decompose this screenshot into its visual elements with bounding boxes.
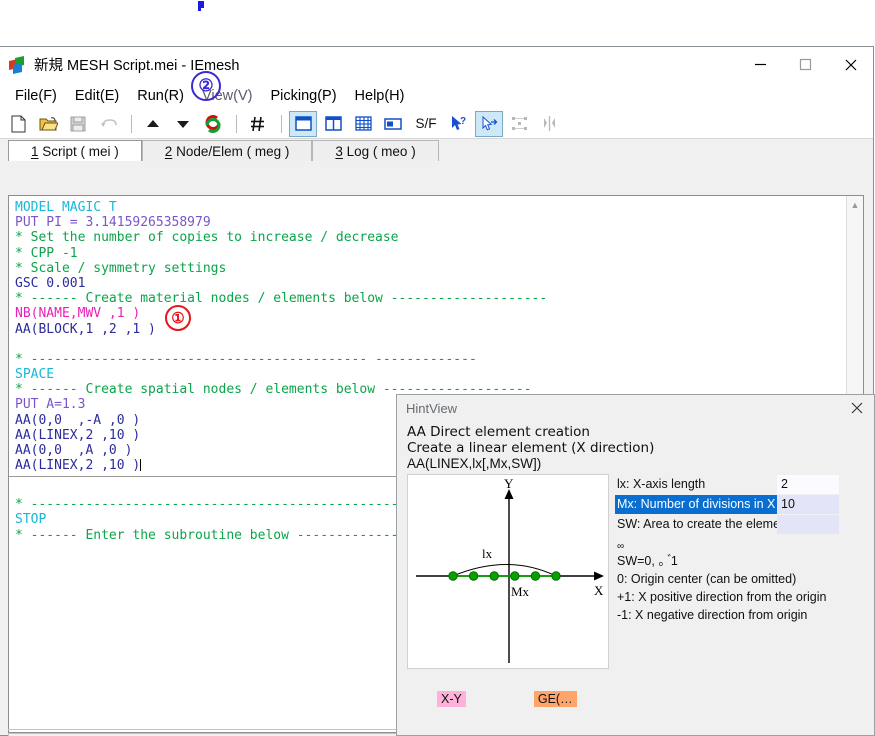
undo-icon[interactable] <box>94 111 122 137</box>
chip-ge[interactable]: GE(… <box>533 691 577 707</box>
code-line: PUT PI = 3.14159265358979 <box>15 215 211 231</box>
toolbar: S/F ? <box>0 109 873 139</box>
hintview-chips: X-Y GE(… <box>437 691 645 707</box>
close-icon[interactable] <box>828 47 873 82</box>
hintview-note-0: SW=0, 。゙1 <box>617 554 678 568</box>
param-label-mx: Mx: Number of divisions in X <box>615 495 777 514</box>
toolbar-separator-2 <box>236 114 237 133</box>
code-line: GSC 0.001 <box>15 275 86 291</box>
code-line: * Scale / symmetry settings <box>15 260 227 276</box>
tab-node-elem-label: Node/Elem ( meg ) <box>176 144 290 159</box>
param-row-sw[interactable]: SW: Area to create the element <box>615 515 865 534</box>
code-line: AA(BLOCK,1 ,2 ,1 ) <box>15 321 156 337</box>
hintview-body: AA Direct element creation Create a line… <box>397 421 874 472</box>
hintview-note-small: ∞ <box>617 541 625 552</box>
param-value-mx[interactable]: 10 <box>777 495 839 514</box>
hintview-note-2: +1: X positive direction from the origin <box>617 590 827 604</box>
run-icon[interactable] <box>199 111 227 137</box>
code-line: * CPP -1 <box>15 245 78 261</box>
hintview-title: HintView <box>406 400 458 416</box>
tab-log-label: Log ( meo ) <box>346 144 416 159</box>
hintview-notes: ∞ SW=0, 。゙1 0: Origin center (can be omi… <box>617 542 867 624</box>
tab-script[interactable]: 1 Script ( mei ) <box>8 140 142 161</box>
code-line: * --------------------------------------… <box>15 351 477 367</box>
code-line: NB(NAME,MWV ,1 ) <box>15 306 141 322</box>
hintview-title-bar: HintView <box>397 395 874 421</box>
move-up-icon[interactable] <box>139 111 167 137</box>
menu-picking[interactable]: Picking(P) <box>261 86 345 106</box>
grid-view-icon[interactable] <box>349 111 377 137</box>
maximize-icon[interactable] <box>783 47 828 82</box>
annotation-marker-two: ② <box>191 71 221 101</box>
menu-bar: File(F) Edit(E) Run(R) View(V) Picking(P… <box>0 82 873 109</box>
hintview-desc-line-1: AA Direct element creation <box>407 424 590 440</box>
save-file-icon[interactable] <box>64 111 92 137</box>
menu-run[interactable]: Run(R) <box>128 86 193 106</box>
toolbar-separator-1 <box>131 114 132 133</box>
minimize-icon[interactable] <box>738 47 783 82</box>
open-file-icon[interactable] <box>34 111 62 137</box>
hintview-desc-line-2: Create a linear element (X direction) <box>407 440 655 456</box>
stray-blue-mark <box>198 1 204 11</box>
param-value-sw[interactable] <box>777 515 839 534</box>
move-down-icon[interactable] <box>169 111 197 137</box>
hintview-window: HintView AA Direct element creation Crea… <box>396 394 875 736</box>
new-file-icon[interactable] <box>4 111 32 137</box>
hintview-close-icon[interactable] <box>840 395 874 421</box>
svg-text:?: ? <box>460 116 466 127</box>
tab-log-accel: 3 <box>335 144 343 159</box>
hintview-note-3: -1: X negative direction from origin <box>617 608 808 622</box>
tab-node-elem-accel: 2 <box>164 144 173 159</box>
svg-text:Mx: Mx <box>511 584 530 599</box>
scroll-up-icon[interactable]: ▲ <box>847 196 863 213</box>
hintview-parameter-list: lx: X-axis length 2 Mx: Number of divisi… <box>615 475 865 535</box>
code-line: SPACE <box>15 367 55 383</box>
tab-script-accel: 1 <box>31 144 39 159</box>
annotation-marker-one: ① <box>165 305 191 331</box>
linex-diagram-svg: Y X lx Mx <box>416 476 604 663</box>
code-line: * ------ Create material nodes / element… <box>15 291 548 307</box>
hintview-signature: AA(LINEX,lx[,Mx,SW]) <box>407 456 542 471</box>
window-controls <box>738 47 873 82</box>
param-label-lx: lx: X-axis length <box>617 477 706 491</box>
svg-text:lx: lx <box>482 546 493 561</box>
tab-node-elem[interactable]: 2 Node/Elem ( meg ) <box>141 140 313 161</box>
text-caret <box>140 459 142 472</box>
split-view-icon[interactable] <box>319 111 347 137</box>
chip-xy[interactable]: X-Y <box>437 691 466 707</box>
tab-log[interactable]: 3 Log ( meo ) <box>312 140 439 161</box>
tab-strip: 1 Script ( mei ) 2 Node/Elem ( meg ) 3 L… <box>0 139 873 161</box>
menu-file[interactable]: File(F) <box>6 86 66 106</box>
select-box-icon[interactable] <box>505 111 533 137</box>
param-label-sw: SW: Area to create the element <box>617 517 777 531</box>
hintview-note-1: 0: Origin center (can be omitted) <box>617 572 797 586</box>
number-icon[interactable] <box>244 111 272 137</box>
menu-help[interactable]: Help(H) <box>346 86 414 106</box>
svg-text:X: X <box>594 583 604 598</box>
code-line: MODEL MAGIC T <box>15 200 117 215</box>
surface-fill-label[interactable]: S/F <box>409 111 443 137</box>
screenshot-root: 新規 MESH Script.mei - IEmesh File(F) Edit… <box>0 0 875 736</box>
hintview-diagram: Y X lx Mx <box>407 474 609 669</box>
mirror-icon[interactable] <box>535 111 563 137</box>
toolbar-separator-3 <box>281 114 282 133</box>
mesh-cube-icon <box>9 56 26 74</box>
wide-view-icon[interactable] <box>379 111 407 137</box>
help-pointer-icon[interactable]: ? <box>445 111 473 137</box>
pick-pointer-icon[interactable] <box>475 110 503 137</box>
tab-script-label: Script ( mei ) <box>42 144 119 159</box>
svg-text:Y: Y <box>504 476 514 491</box>
title-bar: 新規 MESH Script.mei - IEmesh <box>0 47 873 82</box>
param-row-lx[interactable]: lx: X-axis length 2 <box>615 475 865 494</box>
menu-edit[interactable]: Edit(E) <box>66 86 128 106</box>
param-row-mx[interactable]: Mx: Number of divisions in X 10 <box>615 495 865 514</box>
param-value-lx[interactable]: 2 <box>777 475 839 494</box>
single-view-icon[interactable] <box>289 110 317 137</box>
code-line: * Set the number of copies to increase /… <box>15 230 399 246</box>
